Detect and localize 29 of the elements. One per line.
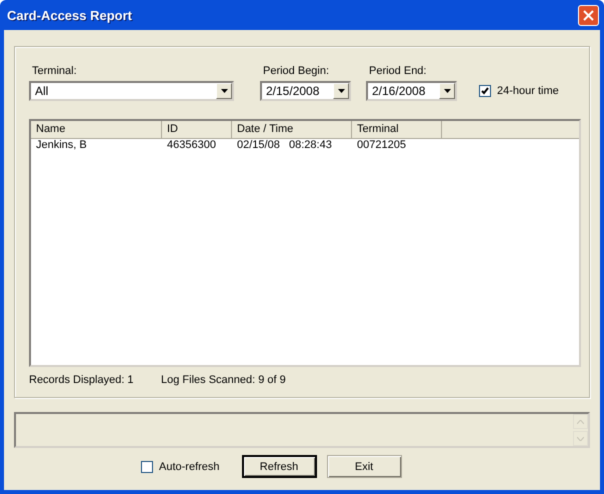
field-label: Period End: bbox=[368, 65, 428, 77]
checkbox[interactable] bbox=[141, 460, 153, 472]
field-label: Terminal: bbox=[31, 65, 78, 77]
close-icon bbox=[583, 10, 594, 20]
table-cell-text: 02/15/08 08:28:43 bbox=[236, 139, 333, 153]
field-label: Period Begin: bbox=[262, 65, 330, 77]
files-scanned: Log Files Scanned: 9 of 9 bbox=[161, 374, 286, 386]
checkbox-label: Auto-refresh bbox=[159, 460, 220, 472]
column-header[interactable]: Terminal bbox=[352, 121, 442, 138]
exit-button[interactable]: Exit bbox=[326, 455, 402, 478]
column-header[interactable]: ID bbox=[162, 121, 232, 138]
checkbox[interactable] bbox=[479, 85, 491, 97]
period-end-dropdown[interactable]: 2/16/2008 bbox=[366, 81, 457, 101]
records-count: Records Displayed: 1 bbox=[29, 374, 135, 386]
caret-icon bbox=[444, 89, 450, 93]
column-header[interactable]: Name bbox=[31, 121, 162, 138]
close-button[interactable] bbox=[578, 4, 599, 26]
table-cell-text: 46356300 bbox=[166, 139, 217, 153]
window-title: Card-Access Report bbox=[7, 8, 132, 22]
caret-icon bbox=[220, 89, 228, 93]
column-header[interactable]: Date / Time bbox=[232, 121, 352, 138]
caret-icon bbox=[338, 89, 344, 93]
checkbox-label: 24-hour time bbox=[497, 85, 559, 97]
terminal-dropdown[interactable]: All bbox=[29, 81, 234, 101]
check-icon bbox=[481, 87, 489, 95]
period-begin-dropdown[interactable]: 2/15/2008 bbox=[260, 81, 351, 101]
table-cell-text: Jenkins, B bbox=[35, 139, 88, 153]
table-cell-text: 00721205 bbox=[356, 139, 407, 153]
refresh-button[interactable]: Refresh bbox=[242, 455, 317, 478]
